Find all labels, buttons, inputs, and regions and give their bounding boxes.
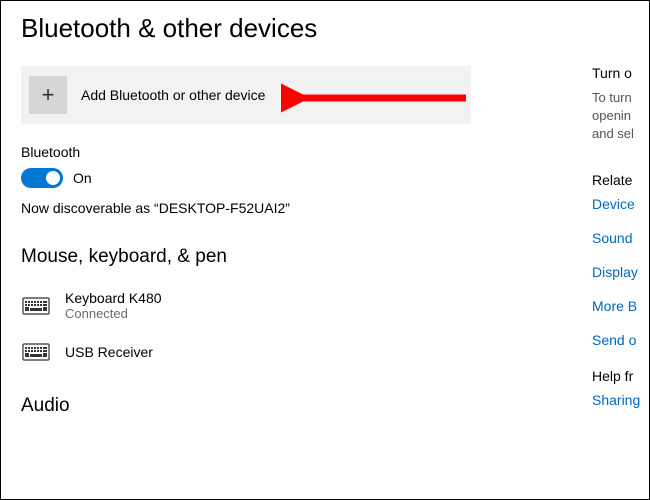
device-name: USB Receiver [65,344,153,360]
device-name: Keyboard K480 [65,290,162,306]
sidebar-link[interactable]: Device [592,196,649,212]
keyboard-icon [21,297,51,315]
bluetooth-toggle[interactable] [21,168,63,188]
section-mouse-keyboard-pen: Mouse, keyboard, & pen [21,246,564,268]
bluetooth-label: Bluetooth [21,144,564,160]
sidebar-heading: Relate [592,172,649,188]
device-row[interactable]: Keyboard K480 Connected [21,282,564,335]
section-audio: Audio [21,395,564,417]
add-device-button[interactable]: + Add Bluetooth or other device [21,66,471,124]
sidebar-link[interactable]: Send o [592,332,649,348]
sidebar-text: To turn openin and sel [592,89,649,144]
page-title: Bluetooth & other devices [21,13,564,44]
discoverable-text: Now discoverable as “DESKTOP-F52UAI2” [21,200,564,216]
sidebar-heading: Help fr [592,368,649,384]
bluetooth-state: On [73,170,92,186]
sidebar-link[interactable]: Sharing [592,392,649,408]
device-status: Connected [65,306,162,321]
add-device-label: Add Bluetooth or other device [81,87,265,103]
sidebar-link[interactable]: Display [592,264,649,280]
plus-icon: + [29,76,67,114]
sidebar-link[interactable]: More B [592,298,649,314]
sidebar-heading: Turn o [592,65,649,81]
device-row[interactable]: USB Receiver [21,335,564,375]
keyboard-icon [21,343,51,361]
sidebar-link[interactable]: Sound [592,230,649,246]
